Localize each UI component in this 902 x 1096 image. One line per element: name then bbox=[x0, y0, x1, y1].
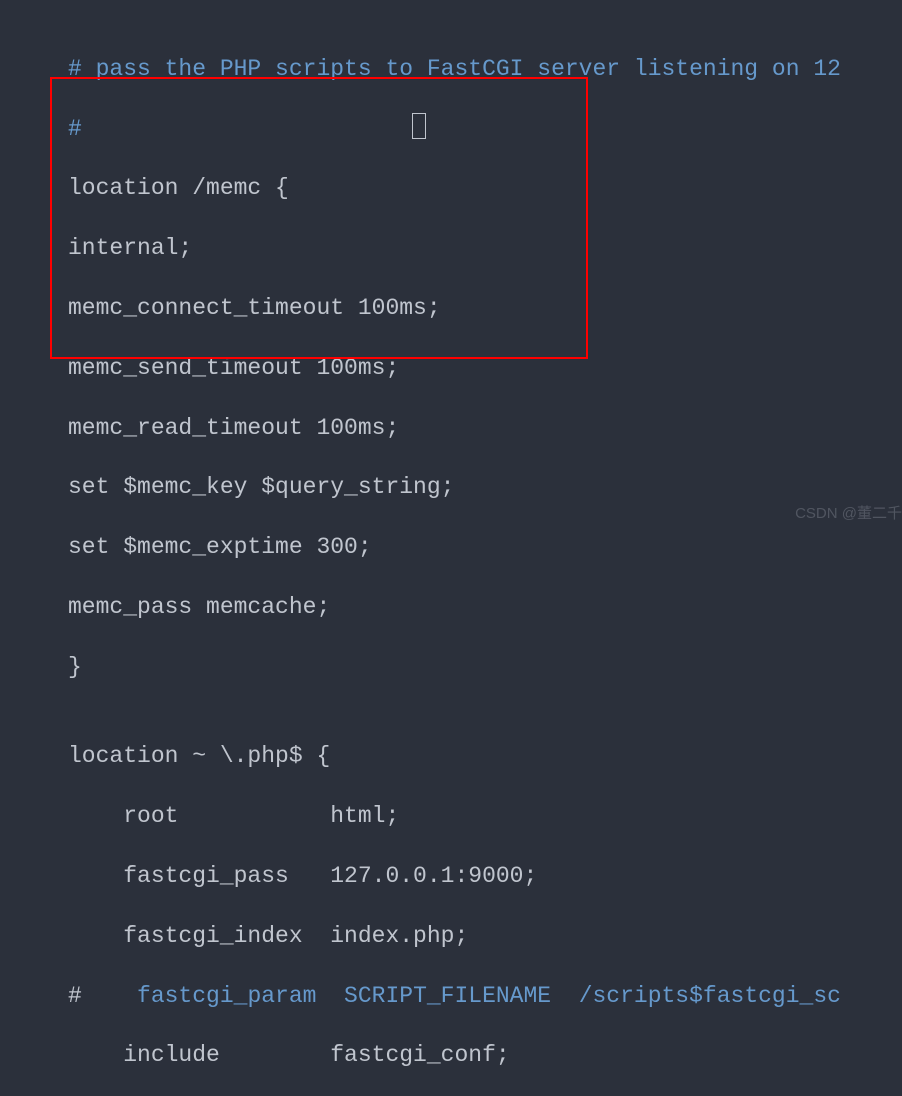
code-line: set $memc_exptime 300; bbox=[68, 533, 902, 563]
code-line: memc_connect_timeout 100ms; bbox=[68, 294, 902, 324]
code-block: # pass the PHP scripts to FastCGI server… bbox=[0, 0, 902, 1096]
code-line: memc_read_timeout 100ms; bbox=[68, 414, 902, 444]
comment-line: # bbox=[68, 115, 902, 145]
watermark-text: CSDN @董二千 bbox=[795, 504, 902, 524]
code-line: include fastcgi_conf; bbox=[68, 1041, 902, 1071]
code-line: location /memc { bbox=[68, 174, 902, 204]
comment-text: fastcgi_param SCRIPT_FILENAME /scripts$f… bbox=[82, 983, 841, 1009]
hash-symbol: # bbox=[68, 983, 82, 1009]
code-line: memc_send_timeout 100ms; bbox=[68, 354, 902, 384]
code-line: # fastcgi_param SCRIPT_FILENAME /scripts… bbox=[68, 982, 902, 1012]
code-line: } bbox=[68, 653, 902, 683]
code-line: set $memc_key $query_string; bbox=[68, 473, 902, 503]
text-cursor bbox=[412, 113, 426, 139]
code-line: fastcgi_index index.php; bbox=[68, 922, 902, 952]
code-line: internal; bbox=[68, 234, 902, 264]
code-line: root html; bbox=[68, 802, 902, 832]
code-line: fastcgi_pass 127.0.0.1:9000; bbox=[68, 862, 902, 892]
comment-line: # pass the PHP scripts to FastCGI server… bbox=[68, 55, 902, 85]
code-line: memc_pass memcache; bbox=[68, 593, 902, 623]
code-line: location ~ \.php$ { bbox=[68, 742, 902, 772]
